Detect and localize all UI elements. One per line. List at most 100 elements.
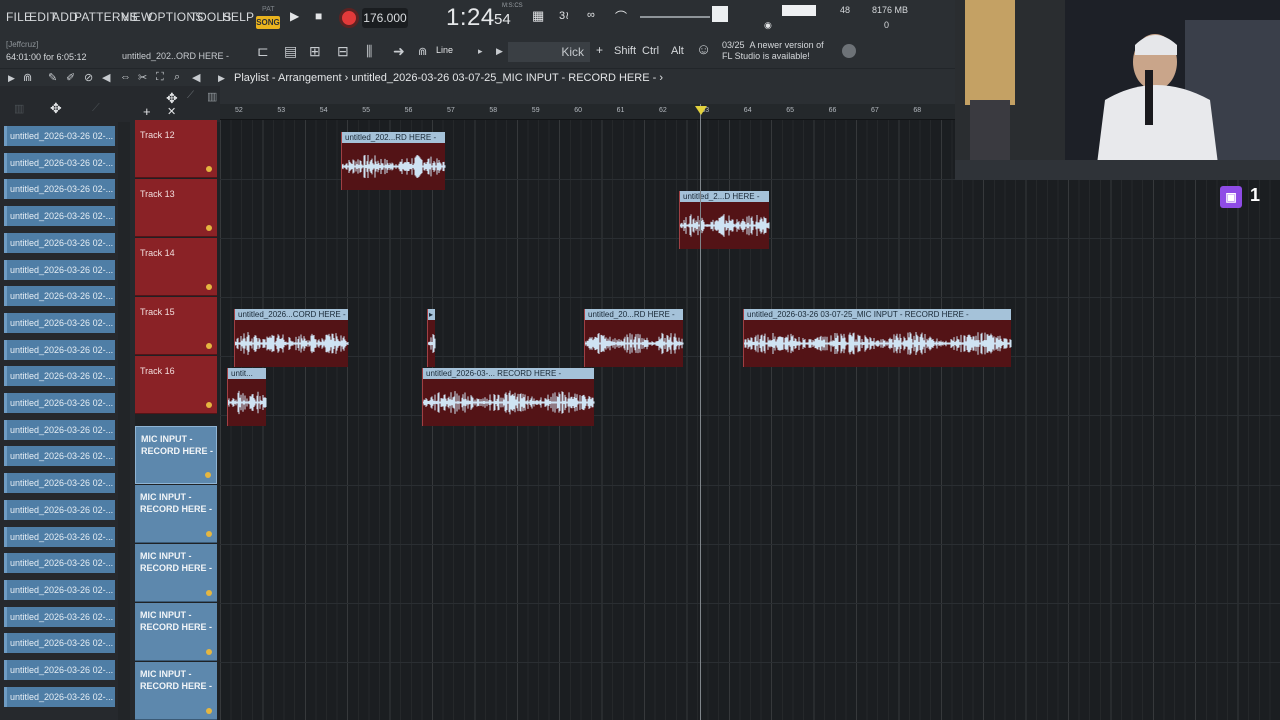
add-channel-icon[interactable]: + <box>596 43 603 57</box>
update-message[interactable]: 03/25 A newer version of FL Studio is av… <box>722 40 824 62</box>
tempo-display[interactable]: 176.000 <box>362 8 408 28</box>
audio-clip[interactable]: untitled_202...RD HERE - <box>341 132 446 190</box>
typing-keyboard-icon[interactable]: ▦ <box>532 8 544 24</box>
view-mixer-icon[interactable]: ⫼ <box>366 43 372 60</box>
step-edit-icon[interactable]: 3≀ <box>559 9 569 22</box>
track-enable-dot[interactable] <box>206 590 212 596</box>
song-mode-button[interactable]: SONG <box>256 16 280 29</box>
track-view-icon[interactable]: ▥ <box>207 90 217 103</box>
browser-pattern-item[interactable]: untitled_2026-03-26 02-... <box>4 232 115 253</box>
browser-pattern-item[interactable]: untitled_2026-03-26 02-... <box>4 419 115 440</box>
browser-pattern-item[interactable]: untitled_2026-03-26 02-... <box>4 126 115 146</box>
view-playlist-icon[interactable]: ⊏ <box>257 43 269 60</box>
record-button[interactable] <box>339 8 359 28</box>
mic-input-track[interactable]: MIC INPUT - RECORD HERE - <box>135 485 217 543</box>
track-enable-dot[interactable] <box>206 708 212 714</box>
add-track-icon[interactable]: + <box>143 104 151 119</box>
loop-record-icon[interactable]: ∞ <box>587 9 595 21</box>
browser-pattern-item[interactable]: untitled_2026-03-26 02-... <box>4 660 115 680</box>
channel-select[interactable]: Kick <box>508 42 590 62</box>
browser-view-icon[interactable]: ▥ <box>14 102 24 115</box>
track-enable-dot[interactable] <box>205 472 211 478</box>
browser-pattern-item[interactable]: untitled_2026-03-26 02-... <box>4 179 115 200</box>
browser-pattern-item[interactable]: untitled_2026-03-26 02-... <box>4 633 115 654</box>
audio-clip[interactable]: untitled_2026...CORD HERE - <box>234 309 349 367</box>
draw-tool-icon[interactable]: ✎ <box>48 71 57 84</box>
browser-pattern-item[interactable]: untitled_2026-03-26 02-... <box>4 206 115 227</box>
ctrl-key-button[interactable]: Ctrl <box>642 45 659 57</box>
stop-icon[interactable]: ■ <box>315 9 322 23</box>
magnet-icon[interactable]: ⋒ <box>418 45 427 58</box>
track-enable-dot[interactable] <box>206 402 212 408</box>
mic-input-track[interactable]: MIC INPUT - RECORD HERE - <box>135 603 217 661</box>
browser-pattern-item[interactable]: untitled_2026-03-26 02-... <box>4 606 115 627</box>
menu-help[interactable]: HELP <box>222 10 254 24</box>
track-enable-dot[interactable] <box>206 531 212 537</box>
audio-clip[interactable]: untitled_2026-03-26 03-07-25_MIC INPUT -… <box>743 309 1012 367</box>
magnet-icon[interactable]: ⋒ <box>23 71 32 84</box>
master-pitch-icon[interactable] <box>712 6 728 22</box>
browser-pattern-item[interactable]: untitled_2026-03-26 02-... <box>4 286 115 307</box>
close-icon[interactable]: ✕ <box>167 105 176 118</box>
browser-pattern-item[interactable]: untitled_2026-03-26 02-... <box>4 553 115 574</box>
browser-pattern-item[interactable]: untitled_2026-03-26 02-... <box>4 499 115 520</box>
browser-pattern-item[interactable]: untitled_2026-03-26 02-... <box>4 526 115 547</box>
current-pattern[interactable]: untitled_2026-03-26 03-07-25_MIC INPUT -… <box>351 72 656 84</box>
view-channel-rack-icon[interactable]: ▤ <box>284 43 297 60</box>
view-browser-icon[interactable]: ⊟ <box>337 43 349 60</box>
playhead-marker-icon[interactable] <box>695 106 707 115</box>
move-icon[interactable]: ✥ <box>50 100 62 117</box>
paint-tool-icon[interactable]: ✐ <box>66 71 75 84</box>
audio-clip[interactable]: untitled_2026-03-... RECORD HERE - <box>422 368 595 426</box>
track-enable-dot[interactable] <box>206 284 212 290</box>
snap-select[interactable]: Line <box>436 45 453 55</box>
browser-pattern-item[interactable]: untitled_2026-03-26 02-... <box>4 393 115 413</box>
audio-clip[interactable]: untitled_2...D HERE - <box>679 191 770 249</box>
news-icon[interactable]: ☺ <box>696 41 711 58</box>
slip-tool-icon[interactable]: ⇔ <box>120 71 131 83</box>
browser-pattern-item[interactable]: untitled_2026-03-26 02-... <box>4 339 115 360</box>
metronome-icon[interactable]: ⌒ <box>615 8 627 25</box>
browser-pattern-item[interactable]: untitled_2026-03-26 02-... <box>4 579 115 600</box>
timeline-overview[interactable] <box>220 86 955 104</box>
browser-pattern-item[interactable]: untitled_2026-03-26 02-... <box>4 312 115 333</box>
playlist-menu-icon[interactable]: ▶ <box>8 73 15 84</box>
view-piano-roll-icon[interactable]: ⊞ <box>309 43 321 60</box>
fl-studio-logo-icon[interactable] <box>842 44 856 58</box>
mic-input-track-selected[interactable]: MIC INPUT - RECORD HERE - <box>135 426 217 484</box>
browser-pattern-item[interactable]: untitled_2026-03-26 02-... <box>4 259 115 280</box>
track-15[interactable]: Track 15 <box>135 297 217 355</box>
mic-input-track[interactable]: MIC INPUT - RECORD HERE - <box>135 662 217 720</box>
track-13[interactable]: Track 13 <box>135 179 217 237</box>
track-enable-dot[interactable] <box>206 166 212 172</box>
pat-mode-label[interactable]: PAT <box>262 6 275 13</box>
link-icon[interactable]: ⟋ <box>92 102 100 115</box>
playback-tool-icon[interactable]: ◀ <box>192 71 200 84</box>
browser-pattern-item[interactable]: untitled_2026-03-26 02-... <box>4 473 115 494</box>
mic-input-track[interactable]: MIC INPUT - RECORD HERE - <box>135 544 217 602</box>
zoom-tool-icon[interactable]: ⌕ <box>174 71 180 84</box>
arrow-right-icon[interactable]: ➜ <box>393 43 405 60</box>
track-enable-dot[interactable] <box>206 225 212 231</box>
shift-key-button[interactable]: Shift <box>614 45 636 57</box>
browser-pattern-item[interactable]: untitled_2026-03-26 02-... <box>4 686 115 707</box>
track-enable-dot[interactable] <box>206 343 212 349</box>
browser-scrollbar[interactable] <box>118 122 130 720</box>
delete-tool-icon[interactable]: ⊘ <box>84 71 93 84</box>
slice-tool-icon[interactable]: ✂ <box>138 71 147 84</box>
audio-clip[interactable]: untitled_20...RD HERE - <box>584 309 684 367</box>
playlist-play-icon[interactable]: ▶ <box>218 73 225 84</box>
bar-ruler[interactable]: 52 53 54 55 56 57 58 59 60 61 62 63 64 65 66 67 68 <box>220 104 955 120</box>
snap-dropdown-icon[interactable]: ▸ <box>478 46 483 57</box>
play-icon[interactable]: ▶ <box>290 9 299 23</box>
browser-pattern-item[interactable]: untitled_2026-03-26 02-... <box>4 152 115 173</box>
master-volume-slider[interactable] <box>640 16 710 18</box>
browser-pattern-item[interactable]: untitled_2026-03-26 02-... <box>4 366 115 387</box>
track-14[interactable]: Track 14 <box>135 238 217 296</box>
browser-pattern-item[interactable]: untitled_2026-03-26 02-... <box>4 446 115 467</box>
select-tool-icon[interactable]: ⛶ <box>156 71 164 84</box>
track-16[interactable]: Track 16 <box>135 356 217 414</box>
audio-clip[interactable]: ▸ <box>427 309 436 367</box>
alt-key-button[interactable]: Alt <box>671 45 684 57</box>
play-channel-icon[interactable]: ▶ <box>496 46 503 57</box>
